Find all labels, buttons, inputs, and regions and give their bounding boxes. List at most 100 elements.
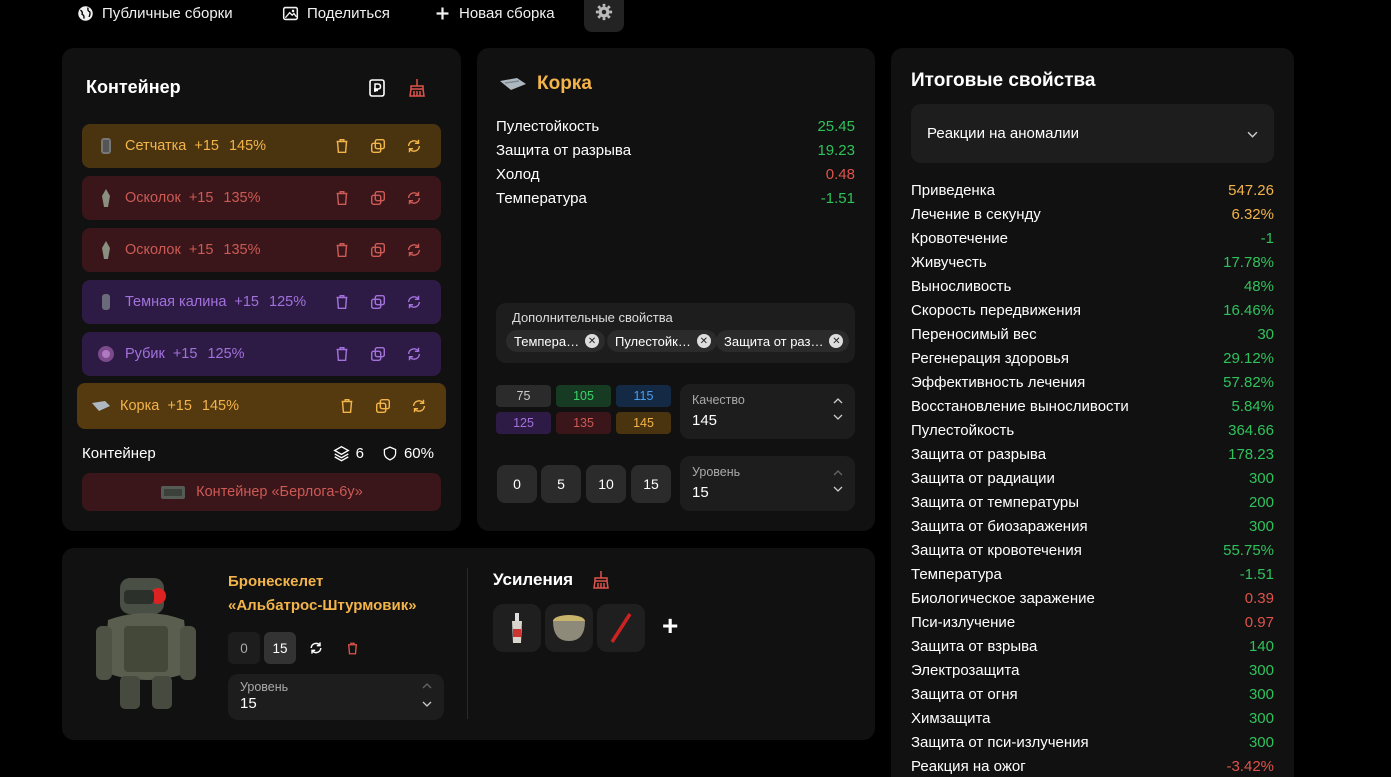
chevron-down-icon[interactable] xyxy=(422,699,432,709)
slot-name: Осколок xyxy=(125,190,181,206)
slot-quality: 145% xyxy=(228,138,267,154)
property-label: Холод xyxy=(496,166,540,183)
add-boost-button[interactable]: + xyxy=(662,612,678,640)
summary-row: Выносливость 48% xyxy=(911,278,1274,295)
property-label: Защита от разрыва xyxy=(496,142,632,159)
quality-option[interactable]: 125 xyxy=(496,412,551,434)
summary-value: 547.26 xyxy=(1228,182,1274,199)
boost-slot[interactable] xyxy=(545,604,593,652)
swap-icon[interactable] xyxy=(405,293,423,311)
quality-option[interactable]: 135 xyxy=(556,412,611,434)
container-select-button[interactable]: Контейнер «Берлога-6у» xyxy=(82,473,441,511)
summary-value: 178.23 xyxy=(1228,446,1274,463)
trash-icon[interactable] xyxy=(333,137,351,155)
chevron-down-icon[interactable] xyxy=(833,412,843,422)
container-slot-active[interactable]: Корка +15 145% xyxy=(77,383,446,429)
summary-label: Лечение в секунду xyxy=(911,206,1041,223)
level-stepper[interactable]: Уровень 15 xyxy=(680,456,855,511)
copy-icon[interactable] xyxy=(369,189,387,207)
level-value: 15 xyxy=(692,484,709,501)
copy-icon[interactable] xyxy=(369,241,387,259)
summary-row: Электрозащита 300 xyxy=(911,662,1274,679)
new-build-link[interactable]: Новая сборка xyxy=(434,3,555,23)
summary-value: 300 xyxy=(1248,710,1274,727)
trash-icon[interactable] xyxy=(333,293,351,311)
swap-icon[interactable] xyxy=(410,397,428,415)
container-slot[interactable]: Темная калина +15 125% xyxy=(82,280,441,324)
chip-remove-icon[interactable]: ✕ xyxy=(829,334,844,348)
level-button[interactable]: 10 xyxy=(586,465,626,503)
boost-slot[interactable] xyxy=(597,604,645,652)
settings-button[interactable] xyxy=(584,0,624,32)
quality-option[interactable]: 145 xyxy=(616,412,671,434)
container-slot[interactable]: Сетчатка +15 145% xyxy=(82,124,441,168)
armor-swap-button[interactable] xyxy=(300,632,332,664)
summary-row: Биологическое заражение 0.39 xyxy=(911,590,1274,607)
slot-name: Сетчатка xyxy=(125,138,187,154)
chevron-down-icon[interactable] xyxy=(833,484,843,494)
trash-icon[interactable] xyxy=(333,241,351,259)
property-chip[interactable]: Защита от раз… ✕ xyxy=(716,330,850,352)
trash-icon[interactable] xyxy=(333,189,351,207)
armor-delete-button[interactable] xyxy=(336,632,368,664)
category-dropdown[interactable]: Реакции на аномалии xyxy=(911,104,1274,163)
summary-row: Защита от биозаражения 300 xyxy=(911,518,1274,535)
summary-value: 140 xyxy=(1248,638,1274,655)
swap-icon[interactable] xyxy=(405,241,423,259)
summary-value: -1.51 xyxy=(1239,566,1274,583)
armor-level-button[interactable]: 15 xyxy=(264,632,296,664)
copy-icon[interactable] xyxy=(369,293,387,311)
summary-value: 300 xyxy=(1248,518,1274,535)
chevron-up-icon[interactable] xyxy=(833,468,843,478)
broom-icon[interactable] xyxy=(407,78,427,98)
artifact-icon xyxy=(96,291,116,313)
chevron-up-icon[interactable] xyxy=(833,396,843,406)
quality-stepper[interactable]: Качество 145 xyxy=(680,384,855,439)
container-slot[interactable]: Осколок +15 135% xyxy=(82,228,441,272)
container-footer-label: Контейнер xyxy=(82,445,156,462)
quality-option[interactable]: 115 xyxy=(616,385,671,407)
boost-slot[interactable] xyxy=(493,604,541,652)
public-builds-link[interactable]: Публичные сборки xyxy=(77,3,233,23)
chip-label: Защита от раз… xyxy=(724,333,824,349)
slot-name: Темная калина xyxy=(125,294,227,310)
slot-level: +15 xyxy=(188,190,214,206)
level-button[interactable]: 5 xyxy=(541,465,581,503)
property-chip[interactable]: Пулестойк… ✕ xyxy=(607,330,717,352)
summary-value: 57.82% xyxy=(1223,374,1274,391)
chip-remove-icon[interactable]: ✕ xyxy=(696,334,711,348)
trash-icon[interactable] xyxy=(338,397,356,415)
chip-remove-icon[interactable]: ✕ xyxy=(585,334,600,348)
capacity-stat: 6 xyxy=(332,445,364,462)
item-title: Корка xyxy=(499,73,592,95)
container-box-icon xyxy=(161,486,186,499)
container-slot[interactable]: Осколок +15 135% xyxy=(82,176,441,220)
property-label: Температура xyxy=(496,190,587,207)
armor-level-stepper[interactable]: Уровень 15 xyxy=(228,674,444,720)
copy-icon[interactable] xyxy=(369,137,387,155)
quality-option[interactable]: 105 xyxy=(556,385,611,407)
summary-row: Защита от огня 300 xyxy=(911,686,1274,703)
broom-icon[interactable] xyxy=(591,570,611,590)
summary-label: Приведенка xyxy=(911,182,995,199)
armor-level-button[interactable]: 0 xyxy=(228,632,260,664)
copy-icon[interactable] xyxy=(374,397,392,415)
slot-level: +15 xyxy=(194,138,219,154)
summary-value: -1 xyxy=(1260,230,1274,247)
gear-icon xyxy=(595,3,613,21)
property-chip[interactable]: Темпера… ✕ xyxy=(506,330,606,352)
artifact-icon xyxy=(96,135,116,157)
ruble-icon[interactable] xyxy=(367,78,387,98)
quality-option[interactable]: 75 xyxy=(496,385,551,407)
summary-row: Защита от разрыва 178.23 xyxy=(911,446,1274,463)
container-slot[interactable]: Рубик +15 125% xyxy=(82,332,441,376)
level-button[interactable]: 15 xyxy=(631,465,671,503)
copy-icon[interactable] xyxy=(369,345,387,363)
swap-icon[interactable] xyxy=(405,345,423,363)
level-button[interactable]: 0 xyxy=(497,465,537,503)
trash-icon[interactable] xyxy=(333,345,351,363)
share-link[interactable]: Поделиться xyxy=(282,3,390,23)
swap-icon[interactable] xyxy=(405,189,423,207)
chevron-up-icon[interactable] xyxy=(422,681,432,691)
swap-icon[interactable] xyxy=(405,137,423,155)
